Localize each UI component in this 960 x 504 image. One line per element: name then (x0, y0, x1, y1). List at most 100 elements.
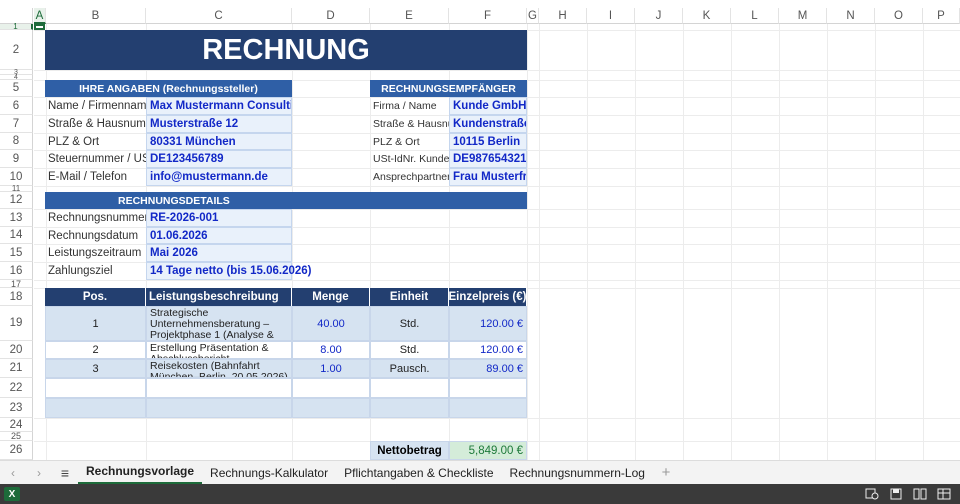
recipient-value-street[interactable]: Kundenstraße 99 (449, 115, 527, 133)
column-header-h[interactable]: H (539, 8, 587, 24)
all-sheets-menu-icon[interactable]: ≡ (52, 465, 78, 481)
sender-value-street[interactable]: Musterstraße 12 (146, 115, 292, 133)
column-header-p[interactable]: P (923, 8, 960, 24)
details-label-terms[interactable]: Zahlungsziel (45, 262, 146, 280)
row-header-2[interactable]: 2 (0, 30, 33, 70)
empty-item-cell[interactable] (370, 398, 449, 418)
column-header-m[interactable]: M (779, 8, 827, 24)
item-unit[interactable]: Std. (370, 306, 449, 341)
item-pos[interactable]: 2 (45, 341, 146, 359)
column-header-g[interactable]: G (527, 8, 539, 24)
item-unit[interactable]: Pausch. (370, 359, 449, 378)
row-header-16[interactable]: 16 (0, 262, 33, 280)
row-header-20[interactable]: 20 (0, 341, 33, 359)
recipient-label-contact[interactable]: Ansprechpartner (370, 168, 449, 186)
row-header-15[interactable]: 15 (0, 244, 33, 262)
next-sheet-icon[interactable]: › (26, 466, 52, 480)
row-header-7[interactable]: 7 (0, 115, 33, 133)
recipient-label-city[interactable]: PLZ & Ort (370, 133, 449, 150)
row-header-18[interactable]: 18 (0, 288, 33, 306)
sender-value-contact[interactable]: info@mustermann.de (146, 168, 292, 186)
column-header-l[interactable]: L (731, 8, 779, 24)
item-price[interactable]: 120.00 € (449, 341, 527, 359)
recipient-value-city[interactable]: 10115 Berlin (449, 133, 527, 150)
row-header-21[interactable]: 21 (0, 359, 33, 378)
item-quantity[interactable]: 1.00 (292, 359, 370, 378)
details-value-period[interactable]: Mai 2026 (146, 244, 292, 262)
details-value-terms[interactable]: 14 Tage netto (bis 15.06.2026) (146, 262, 312, 280)
sender-label-name[interactable]: Name / Firmenname (45, 97, 146, 115)
column-header-j[interactable]: J (635, 8, 683, 24)
details-label-number[interactable]: Rechnungsnummer (45, 209, 146, 227)
row-header-9[interactable]: 9 (0, 150, 33, 168)
recipient-value-vatid[interactable]: DE987654321 (449, 150, 527, 168)
item-quantity[interactable]: 8.00 (292, 341, 370, 359)
items-header-pos[interactable]: Pos. (45, 288, 146, 306)
row-header-23[interactable]: 23 (0, 398, 33, 418)
column-header-n[interactable]: N (827, 8, 875, 24)
netto-label[interactable]: Nettobetrag (370, 441, 449, 460)
details-label-period[interactable]: Leistungszeitraum (45, 244, 146, 262)
recipient-value-name[interactable]: Kunde GmbH (449, 97, 527, 115)
add-sheet-icon[interactable]: + (653, 464, 679, 481)
row-header-8[interactable]: 8 (0, 133, 33, 150)
items-header-price[interactable]: Einzelpreis (€) (449, 288, 527, 306)
item-description[interactable]: Reisekosten (Bahnfahrt München–Berlin, 2… (146, 359, 292, 378)
column-header-o[interactable]: O (875, 8, 923, 24)
netto-value[interactable]: 5,849.00 € (449, 441, 527, 460)
items-header-quantity[interactable]: Menge (292, 288, 370, 306)
empty-item-cell[interactable] (146, 398, 292, 418)
row-header-25[interactable]: 25 (0, 431, 33, 441)
tab-pflichtangaben[interactable]: Pflichtangaben & Checkliste (336, 461, 501, 485)
sender-section-header[interactable]: IHRE ANGABEN (Rechnungssteller) (45, 80, 292, 97)
row-header-6[interactable]: 6 (0, 97, 33, 115)
row-header-12[interactable]: 12 (0, 192, 33, 209)
column-header-a[interactable]: A (34, 8, 46, 24)
items-header-unit[interactable]: Einheit (370, 288, 449, 306)
row-header-13[interactable]: 13 (0, 209, 33, 227)
active-cell-a1[interactable] (34, 24, 45, 30)
recipient-label-vatid[interactable]: USt-IdNr. Kunde (370, 150, 449, 168)
details-value-date[interactable]: 01.06.2026 (146, 227, 292, 244)
sender-label-taxid[interactable]: Steuernummer / USt-Id (45, 150, 146, 168)
row-header-26[interactable]: 26 (0, 441, 33, 460)
column-header-f[interactable]: F (449, 8, 527, 24)
empty-item-cell[interactable] (45, 378, 146, 398)
row-header-24[interactable]: 24 (0, 418, 33, 432)
normal-view-icon[interactable] (936, 487, 952, 501)
empty-item-cell[interactable] (449, 378, 527, 398)
prev-sheet-icon[interactable]: ‹ (0, 466, 26, 480)
item-price[interactable]: 89.00 € (449, 359, 527, 378)
sender-label-contact[interactable]: E-Mail / Telefon (45, 168, 146, 186)
empty-item-cell[interactable] (292, 398, 370, 418)
empty-item-cell[interactable] (292, 378, 370, 398)
invoice-title[interactable]: RECHNUNG (45, 30, 527, 70)
item-pos[interactable]: 1 (45, 306, 146, 341)
item-price[interactable]: 120.00 € (449, 306, 527, 341)
sender-label-street[interactable]: Straße & Hausnummer (45, 115, 146, 133)
empty-item-cell[interactable] (370, 378, 449, 398)
row-header-5[interactable]: 5 (0, 80, 33, 97)
recipient-label-street[interactable]: Straße & Hausnu (370, 115, 449, 133)
empty-item-cell[interactable] (449, 398, 527, 418)
tab-rechnungsnummern-log[interactable]: Rechnungsnummern-Log (502, 461, 653, 485)
page-layout-view-icon[interactable] (912, 487, 928, 501)
tab-rechnungsvorlage[interactable]: Rechnungsvorlage (78, 461, 203, 485)
item-description[interactable]: Strategische Unternehmensberatung – Proj… (146, 306, 292, 341)
row-header-22[interactable]: 22 (0, 378, 33, 398)
item-quantity[interactable]: 40.00 (292, 306, 370, 341)
item-description[interactable]: Erstellung Präsentation & Abschlussberic… (146, 341, 292, 359)
recipient-section-header[interactable]: RECHNUNGSEMPFÄNGER (370, 80, 527, 97)
accessibility-icon[interactable] (864, 487, 880, 501)
sender-value-name[interactable]: Max Mustermann Consulting (146, 97, 292, 115)
sender-label-city[interactable]: PLZ & Ort (45, 133, 146, 150)
item-unit[interactable]: Std. (370, 341, 449, 359)
column-header-c[interactable]: C (146, 8, 292, 24)
column-header-k[interactable]: K (683, 8, 731, 24)
details-label-date[interactable]: Rechnungsdatum (45, 227, 146, 244)
column-header-b[interactable]: B (46, 8, 146, 24)
column-header-e[interactable]: E (370, 8, 449, 24)
row-header-17[interactable]: 17 (0, 279, 33, 289)
column-header-d[interactable]: D (292, 8, 370, 24)
recipient-value-contact[interactable]: Frau Musterfrau (449, 168, 527, 186)
